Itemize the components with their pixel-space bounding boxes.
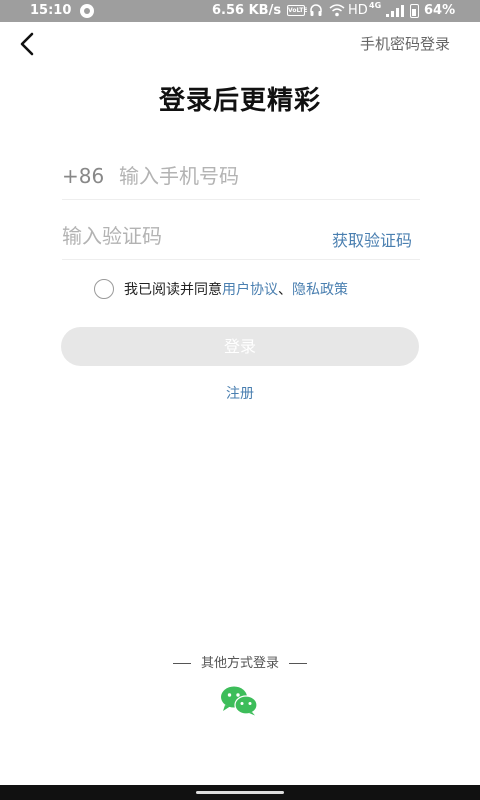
signal-icon <box>386 5 404 17</box>
hd-icon: HD <box>348 3 368 18</box>
country-code[interactable]: +86 <box>62 164 104 188</box>
status-time: 15:10 <box>30 3 72 18</box>
register-link[interactable]: 注册 <box>226 386 254 402</box>
agreement-text: 我已阅读并同意用户协议、隐私政策 <box>124 279 348 299</box>
status-bar: 15:10 6.56 KB/s VoLTE HD 4G 64% <box>0 0 480 22</box>
phone-row: +86 <box>62 150 420 200</box>
divider-line-right <box>289 663 307 664</box>
code-row: 获取验证码 <box>62 210 420 260</box>
battery-percent: 64% <box>424 3 456 18</box>
agree-prefix: 我已阅读并同意 <box>124 282 222 298</box>
register-row: 注册 <box>0 383 480 403</box>
other-login-label: 其他方式登录 <box>200 656 279 671</box>
volte-icon: VoLTE <box>287 5 308 16</box>
page-title: 登录后更精彩 <box>158 86 321 116</box>
app-notification-icon <box>80 4 94 18</box>
verification-code-input[interactable] <box>62 220 302 252</box>
system-nav-bar <box>0 785 480 800</box>
other-login-divider: 其他方式登录 <box>0 652 480 671</box>
password-login-link[interactable]: 手机密码登录 <box>360 33 450 54</box>
network-speed: 6.56 KB/s <box>212 3 282 18</box>
battery-icon <box>410 4 419 18</box>
back-icon[interactable] <box>14 30 42 58</box>
home-indicator[interactable] <box>196 791 284 794</box>
privacy-policy-link[interactable]: 隐私政策 <box>292 282 348 298</box>
wechat-icon[interactable] <box>220 686 258 716</box>
login-button[interactable]: 登录 <box>61 327 419 366</box>
user-agreement-link[interactable]: 用户协议 <box>222 282 278 298</box>
wifi-icon <box>329 4 345 17</box>
get-code-button[interactable]: 获取验证码 <box>332 227 412 251</box>
network-type: 4G <box>369 1 382 10</box>
phone-input[interactable] <box>119 160 419 192</box>
agreement-separator: 、 <box>278 282 292 298</box>
agree-checkbox[interactable] <box>94 279 114 299</box>
divider-line-left <box>172 663 191 664</box>
headset-icon <box>310 4 322 16</box>
